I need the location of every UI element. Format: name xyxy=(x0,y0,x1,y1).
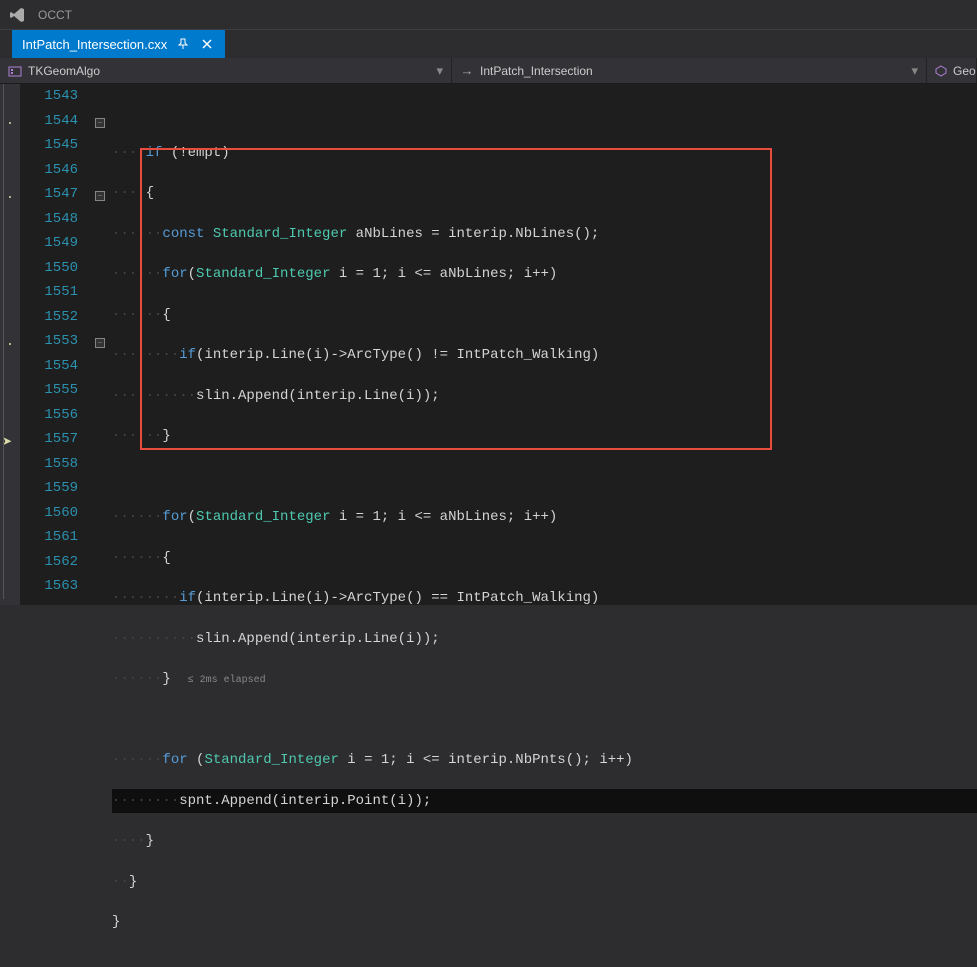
line-number: 1548 xyxy=(20,207,78,232)
code-line: ······for(Standard_Integer i = 1; i <= a… xyxy=(110,262,977,287)
nav-member-dropdown[interactable]: Geo xyxy=(927,58,977,83)
method-icon xyxy=(935,64,947,78)
line-number: 1550 xyxy=(20,256,78,281)
nav-scope-dropdown[interactable]: → IntPatch_Intersection ▾ xyxy=(452,58,927,83)
line-number: 1549 xyxy=(20,231,78,256)
code-line: ······for(Standard_Integer i = 1; i <= a… xyxy=(110,505,977,530)
line-number: 1563 xyxy=(20,574,78,599)
code-line: ··········slin.Append(interip.Line(i)); xyxy=(110,627,977,652)
code-line xyxy=(110,708,977,733)
line-number: 1561 xyxy=(20,525,78,550)
line-number: 1554 xyxy=(20,354,78,379)
line-number: 1553 xyxy=(20,329,78,354)
code-line: ····} xyxy=(110,829,977,854)
line-number: 1562 xyxy=(20,550,78,575)
line-number: 1557 xyxy=(20,427,78,452)
fold-column: − − − xyxy=(90,84,110,605)
line-numbers: 1543 1544 1545 1546 1547 1548 1549 1550 … xyxy=(20,84,90,605)
line-number: 1547 xyxy=(20,182,78,207)
arrow-right-icon: → xyxy=(460,64,474,78)
margin-dot xyxy=(9,196,11,198)
code-line: ··········slin.Append(interip.Line(i)); xyxy=(110,384,977,409)
vs-logo-icon xyxy=(8,5,28,25)
code-line: ··} xyxy=(110,870,977,895)
fold-toggle[interactable]: − xyxy=(95,338,105,348)
close-icon[interactable] xyxy=(199,36,215,52)
line-number: 1546 xyxy=(20,158,78,183)
pin-icon[interactable] xyxy=(175,36,191,52)
nav-project-dropdown[interactable]: TKGeomAlgo ▾ xyxy=(0,58,452,83)
margin-dot xyxy=(9,122,11,124)
line-number: 1559 xyxy=(20,476,78,501)
code-line: ······} ≤ 2ms elapsed xyxy=(110,667,977,692)
fold-guide xyxy=(3,84,4,599)
code-line: ····{ xyxy=(110,181,977,206)
code-line: ····if (!empt) xyxy=(110,141,977,166)
line-number: 1556 xyxy=(20,403,78,428)
line-number: 1544 xyxy=(20,109,78,134)
code-content[interactable]: ····if (!empt) ····{ ······const Standar… xyxy=(110,84,977,605)
line-number: 1551 xyxy=(20,280,78,305)
nav-project-label: TKGeomAlgo xyxy=(28,64,430,78)
tab-strip: IntPatch_Intersection.cxx xyxy=(0,30,977,58)
title-bar: OCCT xyxy=(0,0,977,30)
editor[interactable]: ➤ 1543 1544 1545 1546 1547 1548 1549 155… xyxy=(0,84,977,605)
code-line: ········if(interip.Line(i)->ArcType() !=… xyxy=(110,343,977,368)
tab-label: IntPatch_Intersection.cxx xyxy=(22,37,167,52)
code-line: ······const Standard_Integer aNbLines = … xyxy=(110,222,977,247)
code-line: ······} xyxy=(110,424,977,449)
line-number: 1558 xyxy=(20,452,78,477)
tab-active[interactable]: IntPatch_Intersection.cxx xyxy=(12,30,225,58)
nav-member-label: Geo xyxy=(953,64,976,78)
margin-dot xyxy=(9,343,11,345)
nav-scope-label: IntPatch_Intersection xyxy=(480,64,905,78)
line-number: 1560 xyxy=(20,501,78,526)
line-number: 1555 xyxy=(20,378,78,403)
code-line: ······{ xyxy=(110,303,977,328)
code-line xyxy=(110,100,977,125)
perf-annotation: ≤ 2ms elapsed xyxy=(188,675,266,686)
line-number: 1545 xyxy=(20,133,78,158)
window-title: OCCT xyxy=(38,8,72,22)
chevron-down-icon: ▾ xyxy=(436,63,443,79)
code-line: ······{ xyxy=(110,546,977,571)
code-line: } xyxy=(110,910,977,935)
code-line: ········if(interip.Line(i)->ArcType() ==… xyxy=(110,586,977,611)
fold-toggle[interactable]: − xyxy=(95,191,105,201)
line-number: 1552 xyxy=(20,305,78,330)
code-line xyxy=(110,465,977,490)
chevron-down-icon: ▾ xyxy=(911,63,918,79)
project-icon xyxy=(8,64,22,78)
fold-toggle[interactable]: − xyxy=(95,118,105,128)
code-line: ······for (Standard_Integer i = 1; i <= … xyxy=(110,748,977,773)
nav-bar: TKGeomAlgo ▾ → IntPatch_Intersection ▾ G… xyxy=(0,58,977,84)
line-number: 1543 xyxy=(20,84,78,109)
code-line: ········spnt.Append(interip.Point(i)); xyxy=(110,789,977,814)
